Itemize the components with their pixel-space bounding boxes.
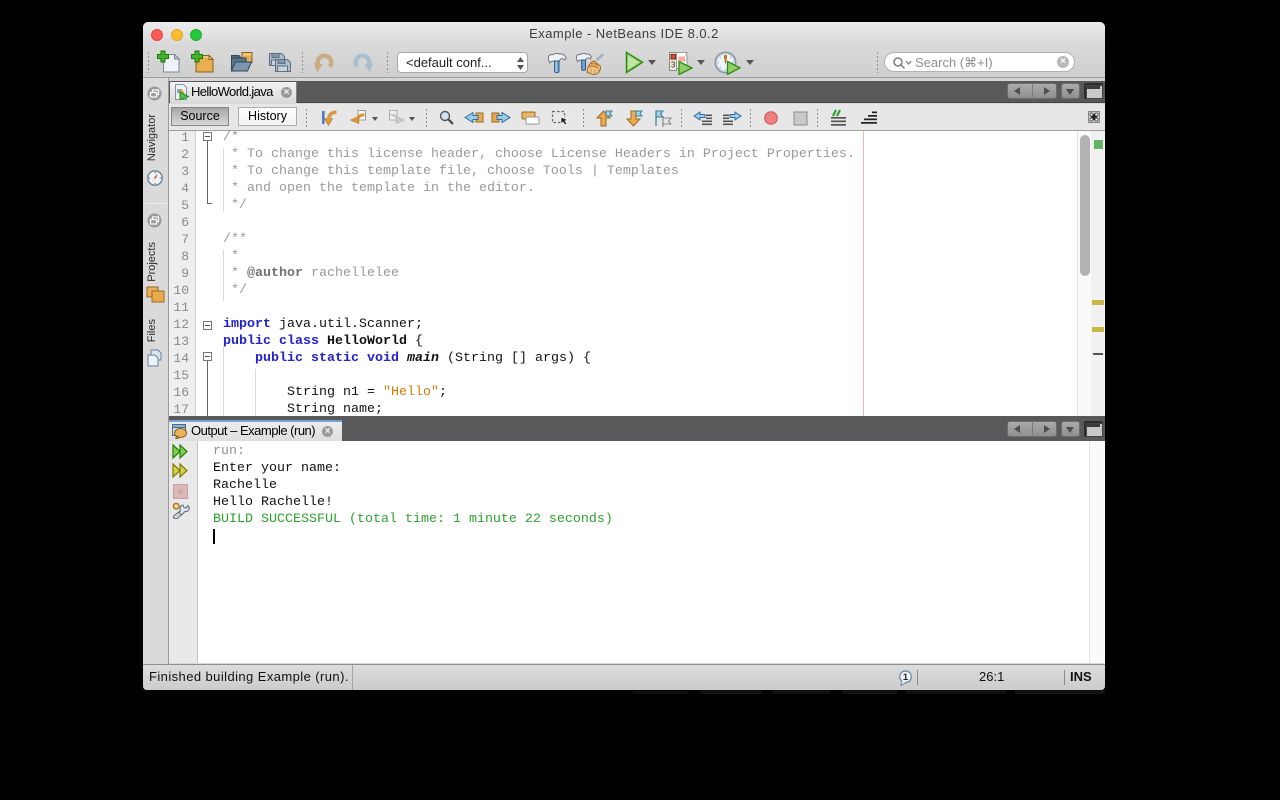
svg-text:3: 3 [671, 61, 676, 70]
svg-text:1: 1 [903, 672, 909, 683]
